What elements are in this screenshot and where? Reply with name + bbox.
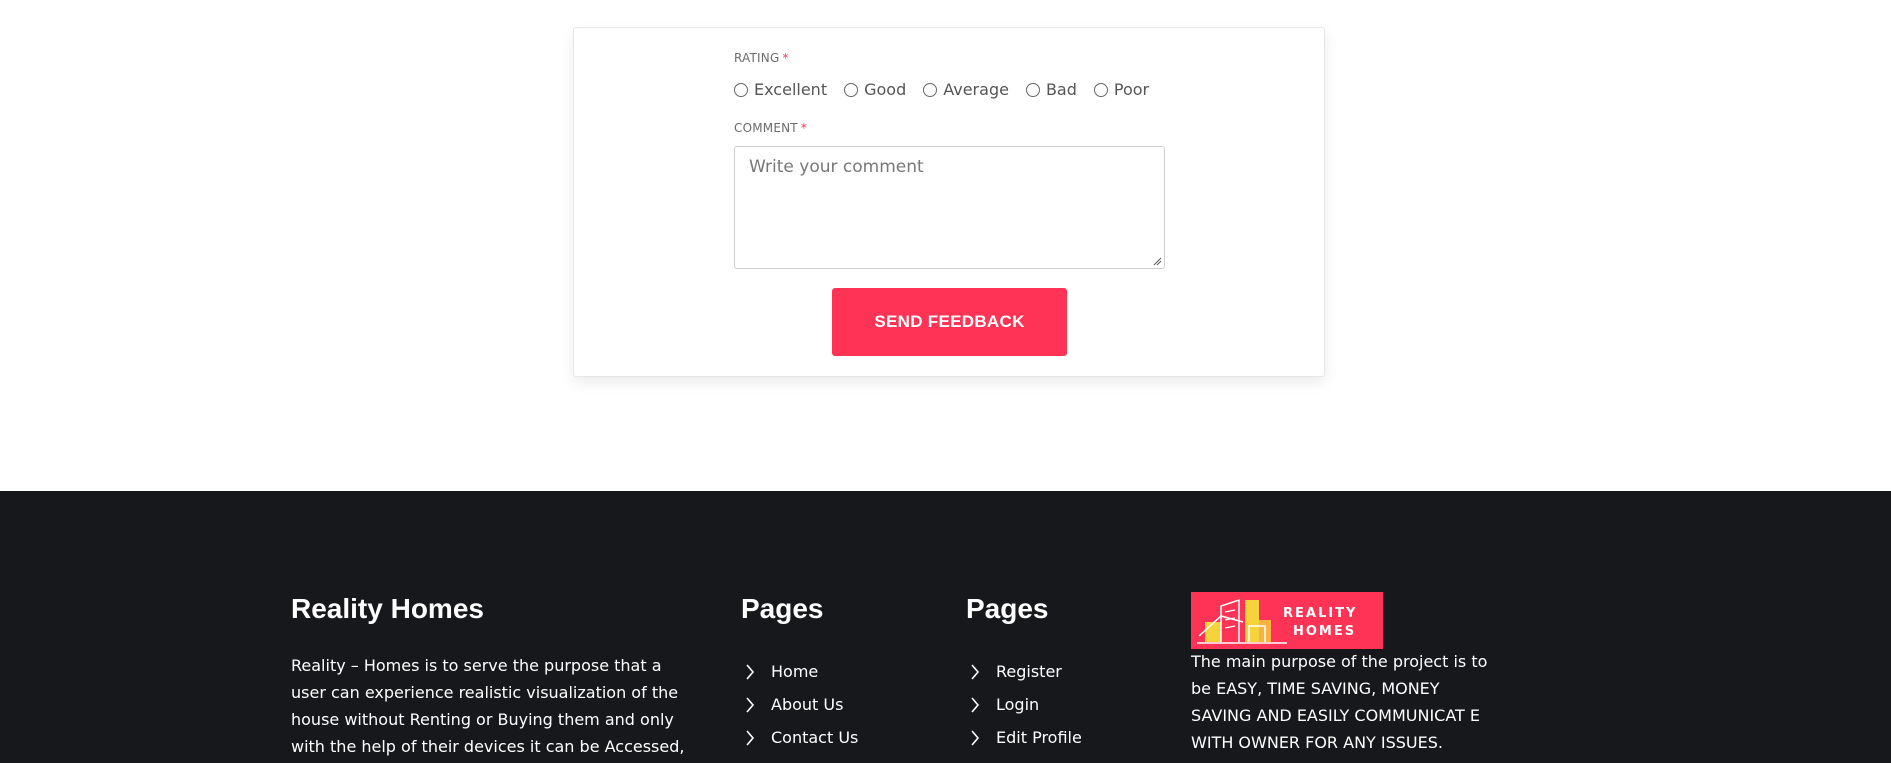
rating-option-label: Bad bbox=[1045, 80, 1077, 99]
footer-link-label: Edit Profile bbox=[996, 728, 1082, 747]
comment-placeholder: Write your comment bbox=[749, 157, 924, 177]
footer-account-pages-title: Pages bbox=[966, 593, 1049, 624]
comment-label: COMMENT * bbox=[734, 121, 807, 135]
resize-grip-icon[interactable] bbox=[1152, 256, 1162, 266]
chevron-right-icon bbox=[746, 663, 755, 680]
footer-link-label: About Us bbox=[771, 695, 844, 714]
footer-pages-list: Home About Us Contact Us bbox=[741, 652, 858, 757]
chevron-right-icon bbox=[971, 696, 980, 713]
comment-label-text: COMMENT bbox=[734, 121, 798, 135]
rating-label-text: RATING bbox=[734, 51, 780, 65]
footer-account-pages-list: Register Login Edit Profile bbox=[966, 652, 1082, 757]
required-mark: * bbox=[800, 121, 808, 135]
footer-link-label: Login bbox=[996, 695, 1040, 714]
footer-link-contact-us[interactable]: Contact Us bbox=[741, 718, 858, 757]
site-footer: Reality Homes Reality – Homes is to serv… bbox=[0, 491, 1891, 763]
logo-text-line2: HOMES bbox=[1293, 624, 1357, 639]
rating-option-poor[interactable]: Poor bbox=[1093, 80, 1150, 99]
rating-option-label: Average bbox=[943, 80, 1009, 99]
rating-option-label: Excellent bbox=[754, 80, 828, 99]
footer-link-edit-profile[interactable]: Edit Profile bbox=[966, 718, 1082, 757]
feedback-card: RATING* Excellent Good Average Bad Poor bbox=[573, 27, 1325, 377]
chevron-right-icon bbox=[746, 696, 755, 713]
rating-option-label: Poor bbox=[1113, 80, 1150, 99]
building-logo-icon bbox=[1197, 598, 1287, 644]
rating-option-average[interactable]: Average bbox=[923, 80, 1009, 99]
radio-circle-icon[interactable] bbox=[734, 82, 748, 97]
rating-label: RATING * bbox=[734, 51, 789, 65]
rating-option-excellent[interactable]: Excellent bbox=[734, 80, 827, 99]
reality-homes-logo[interactable]: REALITY HOMES bbox=[1191, 592, 1383, 649]
chevron-right-icon bbox=[971, 729, 980, 746]
footer-link-label: Contact Us bbox=[771, 728, 859, 747]
chevron-right-icon bbox=[971, 663, 980, 680]
footer-link-label: Home bbox=[771, 662, 819, 681]
radio-circle-icon[interactable] bbox=[1093, 82, 1108, 97]
rating-option-good[interactable]: Good bbox=[844, 80, 906, 99]
required-mark: * bbox=[782, 51, 789, 65]
footer-about-text: Reality – Homes is to serve the purpose … bbox=[291, 656, 685, 756]
footer-about-title: Reality Homes bbox=[291, 593, 484, 624]
logo-text-line1: REALITY bbox=[1283, 606, 1358, 621]
chevron-right-icon bbox=[746, 729, 755, 746]
radio-circle-icon[interactable] bbox=[1025, 82, 1040, 97]
rating-option-label: Good bbox=[864, 80, 907, 99]
rating-option-bad[interactable]: Bad bbox=[1025, 80, 1077, 99]
footer-purpose-text: The main purpose of the project is to be… bbox=[1191, 652, 1488, 752]
footer-link-label: Register bbox=[996, 662, 1062, 681]
radio-circle-icon[interactable] bbox=[844, 82, 859, 97]
footer-pages-title: Pages bbox=[741, 593, 824, 624]
send-feedback-button[interactable]: SEND FEEDBACK bbox=[832, 288, 1067, 356]
radio-circle-icon[interactable] bbox=[923, 82, 938, 97]
comment-textarea[interactable]: Write your comment bbox=[734, 146, 1165, 269]
rating-radio-group: Excellent Good Average Bad Poor bbox=[734, 80, 1166, 99]
